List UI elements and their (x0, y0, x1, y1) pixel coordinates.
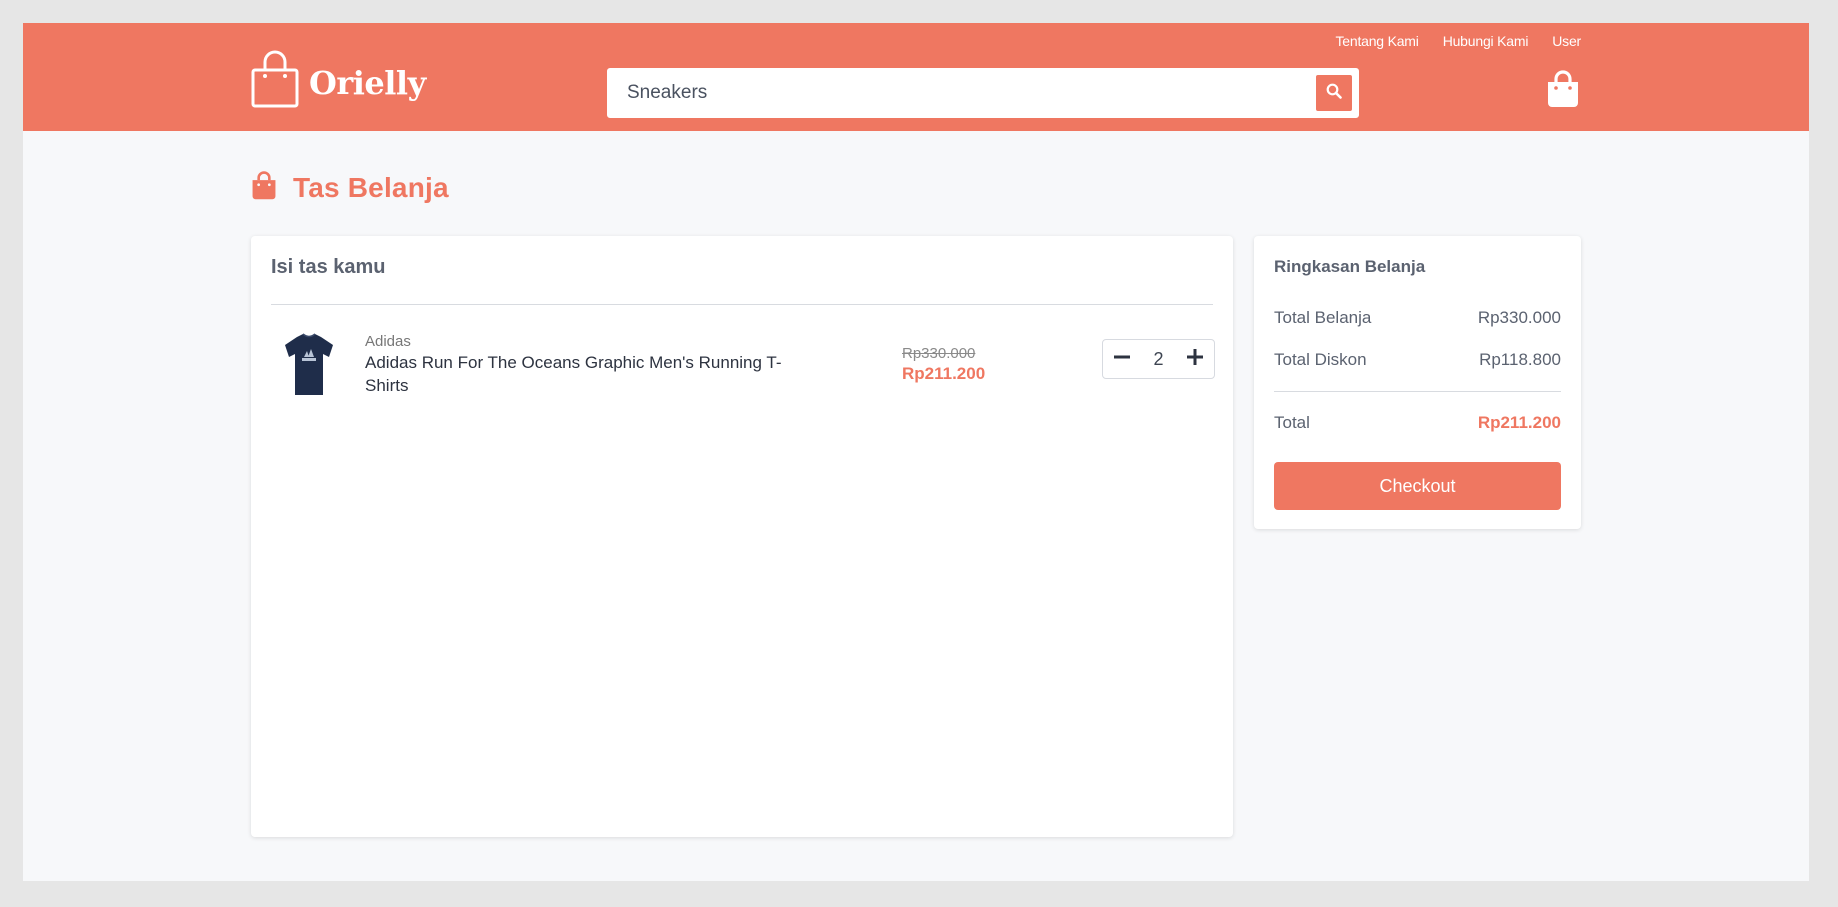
total-diskon-label: Total Diskon (1274, 350, 1367, 369)
product-brand: Adidas (365, 333, 411, 350)
cart-item: Adidas Adidas Run For The Oceans Graphic… (271, 331, 1215, 411)
cart-icon (1546, 70, 1580, 112)
cart-card: Isi tas kamu Adidas Adidas Run For The O… (251, 236, 1233, 837)
header: Tentang Kami Hubungi Kami User Orielly (23, 23, 1809, 131)
total-belanja-value: Rp330.000 (1477, 308, 1561, 327)
summary-divider (1274, 391, 1561, 392)
page-title: Tas Belanja (251, 171, 449, 205)
total-belanja-label: Total Belanja (1274, 308, 1372, 327)
product-price: Rp211.200 (902, 364, 986, 383)
product-name[interactable]: Adidas Run For The Oceans Graphic Men's … (365, 351, 805, 397)
increase-quantity-button[interactable] (1184, 348, 1206, 370)
app-frame: Tentang Kami Hubungi Kami User Orielly S… (23, 23, 1809, 881)
search-icon (1326, 83, 1342, 104)
cart-heading: Isi tas kamu (271, 256, 386, 278)
product-original-price: Rp330.000 (902, 345, 976, 362)
minus-icon (1113, 348, 1131, 371)
nav-link-hubungi-kami[interactable]: Hubungi Kami (1443, 33, 1529, 49)
decrease-quantity-button[interactable] (1111, 348, 1133, 370)
search-input[interactable] (609, 70, 1316, 116)
logo-text: Orielly (309, 63, 426, 102)
search-button[interactable] (1316, 75, 1352, 111)
cart-button[interactable] (1546, 70, 1580, 113)
quantity-stepper: 2 (1102, 339, 1215, 379)
shopping-bag-logo-icon (251, 50, 299, 115)
plus-icon (1186, 348, 1204, 371)
total-label: Total (1274, 413, 1310, 432)
page-title-text: Tas Belanja (293, 172, 449, 203)
summary-row-total-diskon: Total Diskon Rp118.800 (1274, 350, 1561, 370)
nav-link-user[interactable]: User (1552, 33, 1581, 49)
summary-card: Ringkasan Belanja Total Belanja Rp330.00… (1254, 236, 1581, 529)
search-bar (607, 68, 1359, 118)
summary-heading: Ringkasan Belanja (1274, 257, 1426, 276)
summary-row-total: Total Rp211.200 (1274, 413, 1561, 433)
logo[interactable]: Orielly (251, 50, 426, 115)
bag-icon (251, 171, 277, 205)
summary-row-total-belanja: Total Belanja Rp330.000 (1274, 308, 1561, 328)
total-value: Rp211.200 (1477, 413, 1561, 432)
total-diskon-value: Rp118.800 (1479, 350, 1561, 369)
divider (271, 304, 1213, 305)
nav-link-tentang-kami[interactable]: Tentang Kami (1335, 33, 1418, 49)
product-image[interactable] (279, 331, 339, 399)
checkout-button[interactable]: Checkout (1274, 462, 1561, 510)
quantity-value[interactable]: 2 (1153, 349, 1163, 370)
top-nav: Tentang Kami Hubungi Kami User (1335, 33, 1581, 49)
